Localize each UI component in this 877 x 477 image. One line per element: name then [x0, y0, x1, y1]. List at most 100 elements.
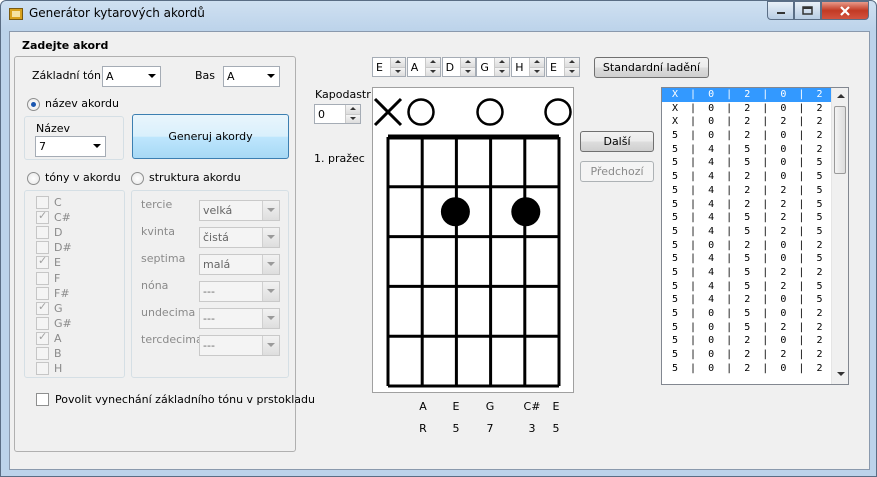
maximize-icon: [802, 6, 813, 15]
voicing-row[interactable]: 5 | 0 | 2 | 0 | 2 | 0: [662, 129, 841, 143]
spin-up-icon[interactable]: [494, 58, 510, 67]
voicing-row[interactable]: 5 | 0 | 5 | 2 | 2 | 0: [662, 321, 841, 335]
window-title: Generátor kytarových akordů: [29, 6, 205, 20]
tuning-spinner[interactable]: A: [406, 57, 441, 77]
voicing-row[interactable]: 5 | 0 | 2 | 0 | 2 | 5: [662, 362, 841, 376]
tones-radio[interactable]: [27, 172, 40, 185]
voicing-row[interactable]: 5 | 0 | 2 | 0 | 2 | 3: [662, 334, 841, 348]
generate-chords-button[interactable]: Generuj akordy: [132, 114, 289, 159]
string-degree-label: 5: [452, 422, 460, 435]
tone-checkbox[interactable]: [36, 300, 49, 315]
tone-checkbox[interactable]: [36, 316, 49, 330]
voicing-row[interactable]: X | 0 | 2 | 0 | 2 | 3: [662, 102, 841, 116]
chord-name-select[interactable]: 7: [35, 136, 106, 157]
voicing-row[interactable]: 5 | 4 | 2 | 2 | 5 | 3: [662, 198, 841, 212]
bass-select[interactable]: A: [223, 66, 280, 87]
voicing-row[interactable]: 5 | 4 | 2 | 0 | 5 | 3: [662, 293, 841, 307]
spin-down-icon[interactable]: [424, 67, 440, 76]
structure-label: tercie: [141, 198, 173, 211]
tuning-spinner[interactable]: D: [441, 57, 476, 77]
finger-dot: [440, 197, 470, 227]
structure-select[interactable]: ---: [199, 281, 280, 302]
root-tone-select[interactable]: A: [102, 66, 161, 87]
voicing-row[interactable]: 5 | 4 | 5 | 2 | 5 | 5: [662, 225, 841, 239]
minimize-icon: [776, 11, 785, 14]
minimize-button[interactable]: [767, 1, 794, 20]
structure-select[interactable]: malá: [199, 254, 280, 275]
tone-checkbox[interactable]: [36, 209, 49, 225]
voicing-row[interactable]: 5 | 4 | 5 | 0 | 5 | 0: [662, 156, 841, 170]
voicing-row[interactable]: 5 | 4 | 5 | 2 | 2 | 0: [662, 266, 841, 280]
voicing-list[interactable]: X | 0 | 2 | 0 | 2 | 0X | 0 | 2 | 0 | 2 |…: [661, 87, 849, 385]
structure-radio[interactable]: [131, 172, 144, 185]
tone-checkbox[interactable]: [36, 271, 49, 285]
spin-down-icon[interactable]: [564, 67, 579, 76]
structure-value: ---: [203, 312, 215, 325]
close-button[interactable]: [821, 1, 869, 20]
chevron-down-icon: [267, 74, 275, 78]
structure-value: malá: [203, 258, 231, 271]
tone-checkbox[interactable]: [36, 362, 49, 376]
structure-label: septima: [141, 252, 186, 265]
tuning-spinner[interactable]: E: [372, 57, 406, 77]
spin-up-icon[interactable]: [390, 58, 405, 67]
structure-select[interactable]: ---: [199, 335, 280, 356]
structure-select[interactable]: ---: [199, 308, 280, 329]
spin-up-icon[interactable]: [459, 58, 475, 67]
voicing-row[interactable]: X | 0 | 2 | 0 | 2 | 0: [662, 88, 841, 102]
tuning-value: H: [515, 60, 524, 74]
tuning-spinner[interactable]: G: [476, 57, 511, 77]
string-degree-label: 3: [528, 422, 536, 435]
chord-name-radio[interactable]: [27, 98, 40, 111]
voicing-row[interactable]: 5 | 0 | 2 | 0 | 2 | 5: [662, 239, 841, 253]
voicing-row[interactable]: 5 | 0 | 2 | 2 | 2 | 3: [662, 348, 841, 362]
tone-checkbox[interactable]: [36, 241, 49, 255]
spin-down-icon[interactable]: [494, 67, 510, 76]
spin-up-icon[interactable]: [564, 58, 579, 67]
voicing-row[interactable]: 5 | 4 | 5 | 0 | 2 | 0: [662, 143, 841, 157]
tuning-value: D: [445, 60, 455, 74]
bass-value: A: [227, 70, 235, 83]
maximize-button[interactable]: [794, 1, 821, 20]
string-degree-label: 7: [486, 422, 494, 435]
tone-checkbox[interactable]: [36, 286, 49, 300]
scroll-up-icon[interactable]: [837, 94, 845, 98]
tone-checkbox[interactable]: [36, 196, 49, 209]
spin-up-icon[interactable]: [529, 58, 545, 67]
standard-tuning-button[interactable]: Standardní ladění: [594, 57, 709, 78]
spin-up-icon[interactable]: [424, 58, 440, 67]
title-bar[interactable]: Generátor kytarových akordů: [1, 1, 876, 29]
voicing-row[interactable]: 5 | 4 | 5 | 2 | 5 | 0: [662, 280, 841, 294]
voicing-row[interactable]: 5 | 4 | 5 | 2 | 5 | 3: [662, 211, 841, 225]
spin-down-icon[interactable]: [345, 114, 360, 123]
voicing-row[interactable]: X | 0 | 2 | 2 | 2 | 3: [662, 115, 841, 129]
dropdown-button: [262, 228, 279, 247]
voicing-row[interactable]: 5 | 4 | 2 | 2 | 5 | 3: [662, 184, 841, 198]
tuning-spinner[interactable]: H: [511, 57, 546, 77]
spin-up-icon[interactable]: [345, 105, 360, 114]
omit-root-checkbox[interactable]: [36, 393, 49, 406]
spin-down-icon[interactable]: [459, 67, 475, 76]
structure-select[interactable]: velká: [199, 200, 280, 221]
next-button[interactable]: Další: [580, 131, 654, 152]
tuning-value: E: [550, 60, 557, 74]
chord-group-title: Zadejte akord: [22, 39, 109, 52]
tone-checkbox[interactable]: [36, 254, 49, 270]
scroll-down-icon[interactable]: [837, 372, 845, 376]
scroll-thumb[interactable]: [834, 106, 846, 174]
structure-select[interactable]: čistá: [199, 227, 280, 248]
voicing-scrollbar[interactable]: [831, 88, 848, 384]
tone-checkbox[interactable]: [36, 226, 49, 240]
string-note-label: E: [552, 400, 560, 413]
tuning-spinner[interactable]: E: [546, 57, 580, 77]
spin-down-icon[interactable]: [529, 67, 545, 76]
previous-button[interactable]: Předchozí: [580, 161, 654, 182]
capo-spinner[interactable]: 0: [314, 104, 361, 124]
spin-down-icon[interactable]: [390, 67, 405, 76]
tone-checkbox[interactable]: [36, 347, 49, 360]
voicing-row[interactable]: 5 | 4 | 5 | 0 | 5 | 0: [662, 252, 841, 266]
voicing-row[interactable]: 5 | 0 | 5 | 0 | 2 | 0: [662, 307, 841, 321]
client-area: Zadejte akord Základní tón A Bas A název…: [9, 31, 870, 470]
voicing-row[interactable]: 5 | 4 | 2 | 0 | 5 | 5: [662, 170, 841, 184]
tone-checkbox[interactable]: [36, 330, 49, 345]
